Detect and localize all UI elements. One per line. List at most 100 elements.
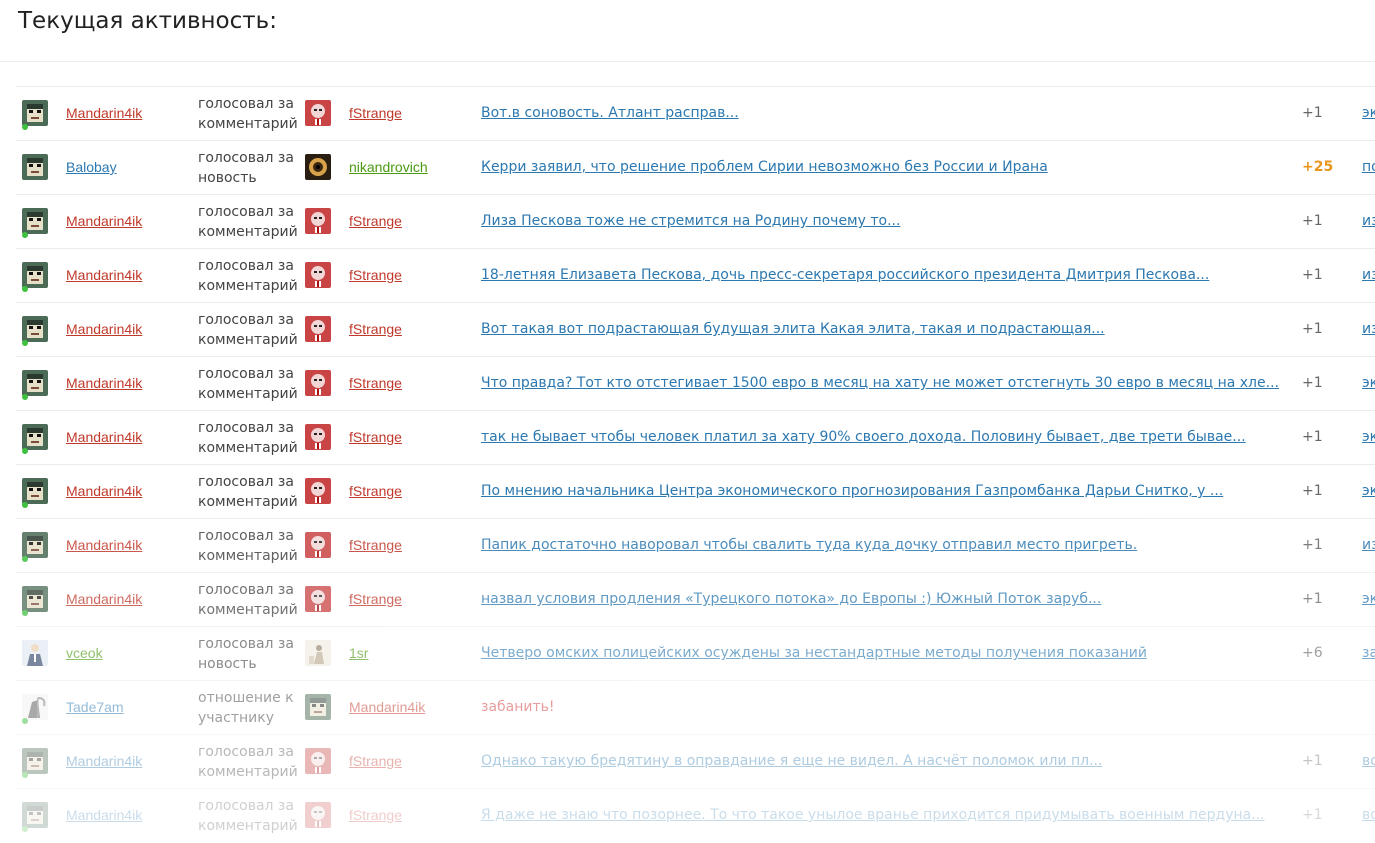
activity-row: Mandarin4ik голосовал за комментарий fStra…	[16, 788, 1375, 842]
suit-man-avatar[interactable]	[22, 640, 48, 666]
category-link[interactable]: эк	[1362, 375, 1375, 391]
reaper-avatar[interactable]	[22, 694, 48, 720]
target-username-link[interactable]: fStrange	[349, 429, 402, 445]
online-indicator	[22, 610, 28, 616]
vote-score: +1	[1302, 375, 1323, 391]
red-face-avatar[interactable]	[305, 478, 331, 504]
target-username-link[interactable]: 1sr	[349, 645, 368, 661]
category-link[interactable]: эк	[1362, 591, 1375, 607]
red-face-avatar[interactable]	[305, 748, 331, 774]
content-link[interactable]: Вот.в соновость. Атлант расправ...	[481, 105, 739, 121]
content-link[interactable]: 18-летняя Елизавета Пескова, дочь пресс-…	[481, 267, 1209, 283]
red-face-avatar[interactable]	[305, 370, 331, 396]
target-username-link[interactable]: fStrange	[349, 483, 402, 499]
pixel-face-avatar[interactable]	[305, 694, 331, 720]
pixel-face-avatar[interactable]	[22, 586, 48, 612]
content-link[interactable]: Четверо омских полицейских осуждены за н…	[481, 645, 1147, 661]
online-indicator	[22, 124, 28, 130]
actor-username-link[interactable]: Mandarin4ik	[66, 807, 142, 823]
actor-username-link[interactable]: Mandarin4ik	[66, 375, 142, 391]
category-link[interactable]: из	[1362, 537, 1375, 553]
online-indicator	[22, 286, 28, 292]
target-username-link[interactable]: fStrange	[349, 375, 402, 391]
actor-username-link[interactable]: Mandarin4ik	[66, 537, 142, 553]
vote-score: +25	[1302, 159, 1334, 175]
target-username-link[interactable]: fStrange	[349, 105, 402, 121]
actor-username-link[interactable]: vceok	[66, 645, 103, 661]
red-face-avatar[interactable]	[305, 100, 331, 126]
vote-score: +6	[1302, 645, 1323, 661]
red-face-avatar[interactable]	[305, 208, 331, 234]
target-username-link[interactable]: Mandarin4ik	[349, 699, 425, 715]
category-link[interactable]: из	[1362, 321, 1375, 337]
target-username-link[interactable]: fStrange	[349, 213, 402, 229]
actor-username-link[interactable]: Balobay	[66, 159, 117, 175]
pixel-face-avatar[interactable]	[22, 208, 48, 234]
ban-link[interactable]: забанить!	[481, 699, 555, 715]
online-indicator	[22, 448, 28, 454]
actor-username-link[interactable]: Mandarin4ik	[66, 429, 142, 445]
pixel-face-avatar[interactable]	[22, 100, 48, 126]
red-face-avatar[interactable]	[305, 316, 331, 342]
category-link[interactable]: за	[1362, 645, 1375, 661]
actor-username-link[interactable]: Mandarin4ik	[66, 267, 142, 283]
pixel-face-avatar[interactable]	[22, 424, 48, 450]
target-username-link[interactable]: fStrange	[349, 267, 402, 283]
red-face-avatar[interactable]	[305, 262, 331, 288]
target-username-link[interactable]: fStrange	[349, 321, 402, 337]
activity-feed: Mandarin4ik голосовал за комментарий fStra…	[16, 86, 1375, 842]
content-link[interactable]: Папик достаточно наворовал чтобы свалить…	[481, 537, 1137, 553]
red-face-avatar[interactable]	[305, 586, 331, 612]
content-link[interactable]: Однако такую бредятину в оправдание я ещ…	[481, 753, 1102, 769]
vote-score: +1	[1302, 105, 1323, 121]
online-indicator	[22, 232, 28, 238]
category-link[interactable]: во	[1362, 753, 1375, 769]
actor-username-link[interactable]: Mandarin4ik	[66, 591, 142, 607]
category-link[interactable]: эк	[1362, 105, 1375, 121]
vote-score: +1	[1302, 429, 1323, 445]
content-link[interactable]: По мнению начальника Центра экономическо…	[481, 483, 1223, 499]
action-text: голосовал за новость	[198, 150, 294, 186]
pixel-face-avatar[interactable]	[22, 370, 48, 396]
category-link[interactable]: эк	[1362, 429, 1375, 445]
actor-username-link[interactable]: Mandarin4ik	[66, 483, 142, 499]
content-link[interactable]: Лиза Пескова тоже не стремится на Родину…	[481, 213, 900, 229]
pixel-face-avatar[interactable]	[22, 316, 48, 342]
content-link[interactable]: назвал условия продления «Турецкого пото…	[481, 591, 1101, 607]
activity-row: Mandarin4ik голосовал за комментарий fStra…	[16, 410, 1375, 464]
pixel-face-avatar[interactable]	[22, 154, 48, 180]
actor-username-link[interactable]: Tade7am	[66, 699, 124, 715]
content-link[interactable]: так не бывает чтобы человек платил за ха…	[481, 429, 1246, 445]
actor-username-link[interactable]: Mandarin4ik	[66, 321, 142, 337]
eye-avatar[interactable]	[305, 154, 331, 180]
content-link[interactable]: Вот такая вот подрастающая будущая элита…	[481, 321, 1105, 337]
figure-avatar[interactable]	[305, 640, 331, 666]
content-link[interactable]: Керри заявил, что решение проблем Сирии …	[481, 159, 1048, 175]
online-indicator	[22, 340, 28, 346]
actor-username-link[interactable]: Mandarin4ik	[66, 753, 142, 769]
pixel-face-avatar[interactable]	[22, 262, 48, 288]
target-username-link[interactable]: fStrange	[349, 753, 402, 769]
red-face-avatar[interactable]	[305, 424, 331, 450]
category-link[interactable]: из	[1362, 267, 1375, 283]
target-username-link[interactable]: nikandrovich	[349, 159, 428, 175]
category-link[interactable]: во	[1362, 807, 1375, 823]
pixel-face-avatar[interactable]	[22, 748, 48, 774]
red-face-avatar[interactable]	[305, 802, 331, 828]
vote-score: +1	[1302, 591, 1323, 607]
vote-score: +1	[1302, 807, 1323, 823]
target-username-link[interactable]: fStrange	[349, 807, 402, 823]
pixel-face-avatar[interactable]	[22, 802, 48, 828]
content-link[interactable]: Я даже не знаю что позорнее. То что тако…	[481, 807, 1265, 823]
actor-username-link[interactable]: Mandarin4ik	[66, 213, 142, 229]
content-link[interactable]: Что правда? Тот кто отстегивает 1500 евр…	[481, 375, 1279, 391]
category-link[interactable]: эк	[1362, 483, 1375, 499]
target-username-link[interactable]: fStrange	[349, 591, 402, 607]
pixel-face-avatar[interactable]	[22, 532, 48, 558]
category-link[interactable]: по	[1362, 159, 1375, 175]
red-face-avatar[interactable]	[305, 532, 331, 558]
pixel-face-avatar[interactable]	[22, 478, 48, 504]
category-link[interactable]: из	[1362, 213, 1375, 229]
target-username-link[interactable]: fStrange	[349, 537, 402, 553]
actor-username-link[interactable]: Mandarin4ik	[66, 105, 142, 121]
